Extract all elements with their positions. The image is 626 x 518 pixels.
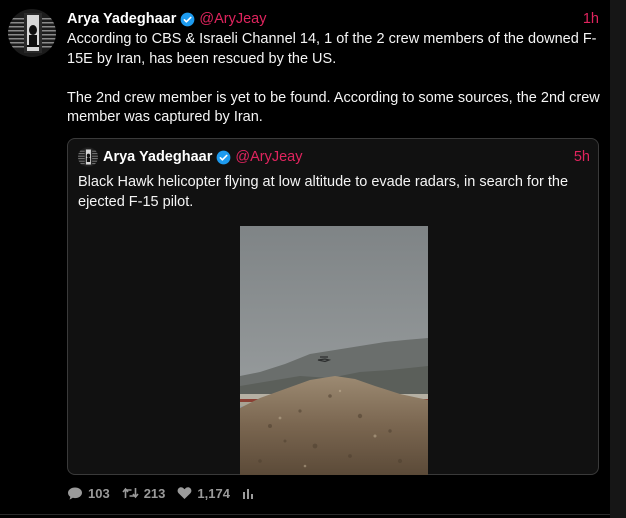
reply-count: 103 (88, 485, 110, 501)
tweet-timestamp[interactable]: 1h (583, 11, 599, 27)
speech-bubble-icon (67, 486, 83, 501)
quoted-author-name[interactable]: Arya Yadeghaar (103, 149, 212, 165)
author-handle[interactable]: @AryJeay (199, 11, 266, 27)
like-count: 1,174 (197, 485, 230, 501)
heart-icon (177, 486, 192, 500)
quoted-author-handle[interactable]: @AryJeay (235, 149, 302, 165)
quoted-avatar[interactable] (78, 147, 98, 167)
tweet-text: According to CBS & Israeli Channel 14, 1… (67, 30, 602, 128)
engagement-stats: 103 213 1,174 (67, 484, 255, 502)
quoted-tweet-header: Arya Yadeghaar @AryJeay 5h (103, 147, 590, 167)
verified-badge-icon (216, 150, 231, 165)
video-thumbnail[interactable] (240, 226, 428, 475)
quoted-tweet-timestamp[interactable]: 5h (574, 149, 590, 165)
tweet-paragraph: The 2nd crew member is yet to be found. … (67, 89, 600, 126)
avatar[interactable] (8, 9, 56, 57)
reply-button[interactable]: 103 (67, 486, 110, 501)
tweet-paragraph: According to CBS & Israeli Channel 14, 1… (67, 31, 597, 67)
divider (0, 514, 610, 515)
quoted-tweet[interactable]: Arya Yadeghaar @AryJeay 5h Black Hawk he… (67, 138, 599, 475)
retweet-button[interactable]: 213 (122, 485, 166, 501)
analytics-button[interactable] (242, 487, 255, 500)
retweet-count: 213 (143, 485, 166, 501)
scrollbar-track[interactable] (610, 0, 626, 518)
verified-badge-icon (180, 12, 195, 27)
like-button[interactable]: 1,174 (177, 486, 230, 501)
quoted-tweet-text: Black Hawk helicopter flying at low alti… (78, 174, 569, 210)
bar-chart-icon (242, 487, 255, 500)
retweet-icon (122, 486, 139, 500)
tweet-header: Arya Yadeghaar @AryJeay 1h (67, 9, 599, 29)
author-name[interactable]: Arya Yadeghaar (67, 11, 176, 27)
